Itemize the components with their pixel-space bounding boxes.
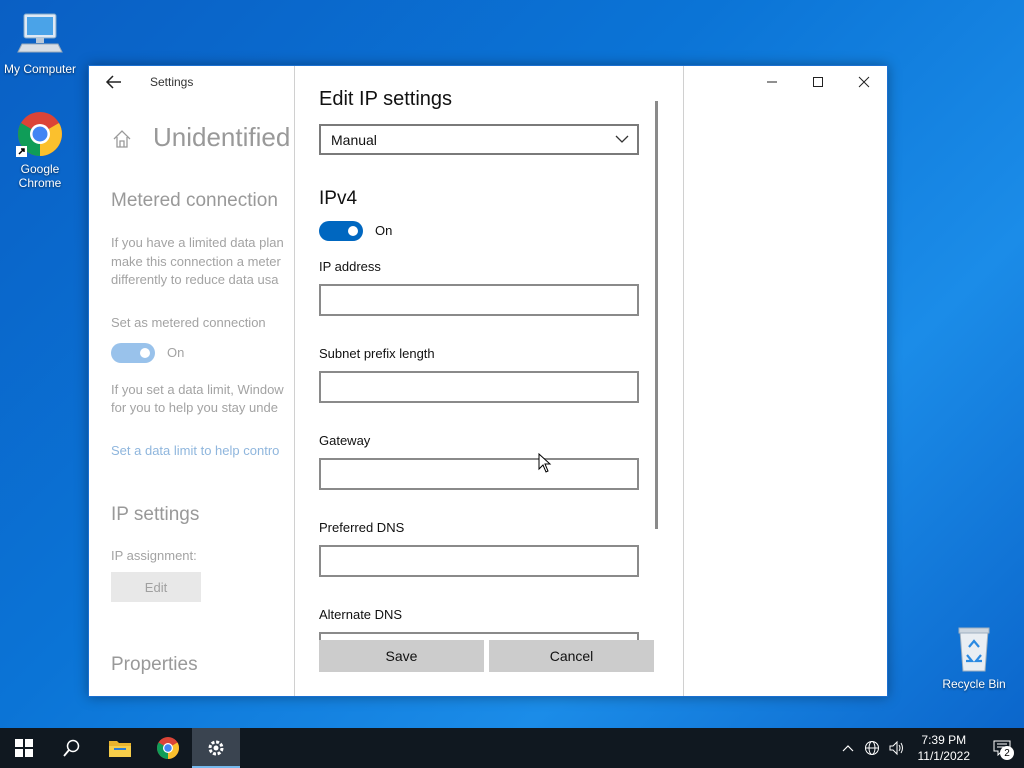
recycle-bin-icon: [950, 625, 998, 673]
clock[interactable]: 7:39 PM 11/1/2022: [908, 732, 981, 764]
taskbar: 7:39 PM 11/1/2022 2: [0, 728, 1024, 768]
ip-assignment-label: IP assignment:: [111, 548, 197, 563]
search-icon: [63, 739, 80, 757]
back-button[interactable]: [103, 72, 125, 92]
chrome-icon: [157, 737, 179, 759]
ip-mode-dropdown[interactable]: Manual: [319, 124, 639, 155]
speaker-icon: [889, 740, 903, 756]
dialog-title: Edit IP settings: [319, 88, 453, 110]
file-explorer-icon: [109, 741, 131, 757]
taskbar-file-explorer[interactable]: [96, 728, 144, 768]
subnet-prefix-label: Subnet prefix length: [319, 346, 435, 361]
preferred-dns-input[interactable]: [319, 545, 639, 577]
start-button[interactable]: [0, 728, 48, 768]
computer-icon: [16, 10, 64, 58]
mouse-cursor-icon: [538, 453, 552, 473]
metered-connection-heading: Metered connection: [111, 190, 278, 211]
preferred-dns-label: Preferred DNS: [319, 520, 405, 535]
search-button[interactable]: [48, 728, 96, 768]
page-title: Unidentified: [153, 122, 291, 152]
taskbar-settings[interactable]: [192, 728, 240, 768]
data-limit-desc-line: If you set a data limit, Window: [111, 382, 284, 397]
desktop-icon-label: Recycle Bin: [942, 677, 1006, 691]
ip-settings-heading: IP settings: [111, 504, 200, 525]
system-tray: 7:39 PM 11/1/2022 2: [836, 728, 1024, 768]
chevron-up-icon: [842, 745, 853, 752]
network-globe-icon: [864, 741, 879, 755]
taskbar-chrome[interactable]: [144, 728, 192, 768]
metered-toggle-label: Set as metered connection: [111, 315, 266, 330]
edit-button[interactable]: Edit: [111, 572, 201, 602]
desktop-icon-recycle-bin[interactable]: Recycle Bin: [934, 625, 1014, 691]
clock-date: 11/1/2022: [917, 749, 971, 763]
ipv4-toggle-state: On: [375, 223, 393, 238]
maximize-button[interactable]: [795, 66, 841, 98]
back-arrow-icon: [105, 75, 121, 89]
maximize-icon: [813, 77, 823, 87]
metered-toggle-state: On: [167, 345, 185, 360]
notification-count-badge: 2: [1000, 746, 1014, 760]
metered-toggle[interactable]: [111, 343, 155, 363]
data-limit-link[interactable]: Set a data limit to help contro: [111, 443, 279, 458]
cancel-button[interactable]: Cancel: [489, 640, 654, 672]
close-button[interactable]: [841, 66, 887, 98]
volume-button[interactable]: [884, 728, 908, 768]
subnet-prefix-input[interactable]: [319, 371, 639, 403]
alternate-dns-label: Alternate DNS: [319, 607, 403, 622]
dialog-scrollbar[interactable]: [655, 101, 658, 529]
chevron-down-icon: [615, 135, 629, 143]
ip-address-label: IP address: [319, 259, 381, 274]
properties-heading: Properties: [111, 654, 198, 675]
tray-overflow-button[interactable]: [836, 728, 860, 768]
metered-desc-line: make this connection a meter: [111, 254, 281, 269]
metered-desc-line: If you have a limited data plan: [111, 235, 284, 250]
edit-ip-settings-dialog: Edit IP settings Manual IPv4 On IP addre…: [294, 66, 684, 696]
background-settings-page: Unidentified Metered connection If you h…: [89, 98, 294, 696]
gateway-input[interactable]: [319, 458, 639, 490]
metered-desc-line: differently to reduce data usa: [111, 272, 279, 287]
settings-gear-icon: [208, 740, 224, 756]
minimize-icon: [767, 81, 777, 83]
desktop-icon-label: My Computer: [3, 62, 77, 76]
network-button[interactable]: [860, 728, 884, 768]
ipv4-toggle[interactable]: [319, 221, 363, 241]
chrome-icon: [16, 110, 64, 158]
close-icon: [858, 76, 870, 88]
settings-window: Settings Unidentified Metered connection…: [88, 65, 888, 697]
data-limit-desc-line: for you to help you stay unde: [111, 400, 278, 415]
action-center-button[interactable]: 2: [980, 728, 1024, 768]
gateway-label: Gateway: [319, 433, 371, 448]
home-icon[interactable]: [111, 128, 133, 150]
window-title: Settings: [150, 75, 194, 89]
desktop-icon-chrome[interactable]: Google Chrome: [0, 110, 80, 190]
windows-start-icon: [15, 739, 33, 757]
desktop-icon-label: Google Chrome: [18, 162, 62, 190]
desktop-icon-my-computer[interactable]: My Computer: [0, 10, 80, 76]
ip-address-input[interactable]: [319, 284, 639, 316]
ipv4-heading: IPv4: [319, 188, 358, 209]
dropdown-selected-value: Manual: [331, 132, 377, 148]
save-button[interactable]: Save: [319, 640, 484, 672]
clock-time: 7:39 PM: [921, 733, 967, 747]
minimize-button[interactable]: [749, 66, 795, 98]
